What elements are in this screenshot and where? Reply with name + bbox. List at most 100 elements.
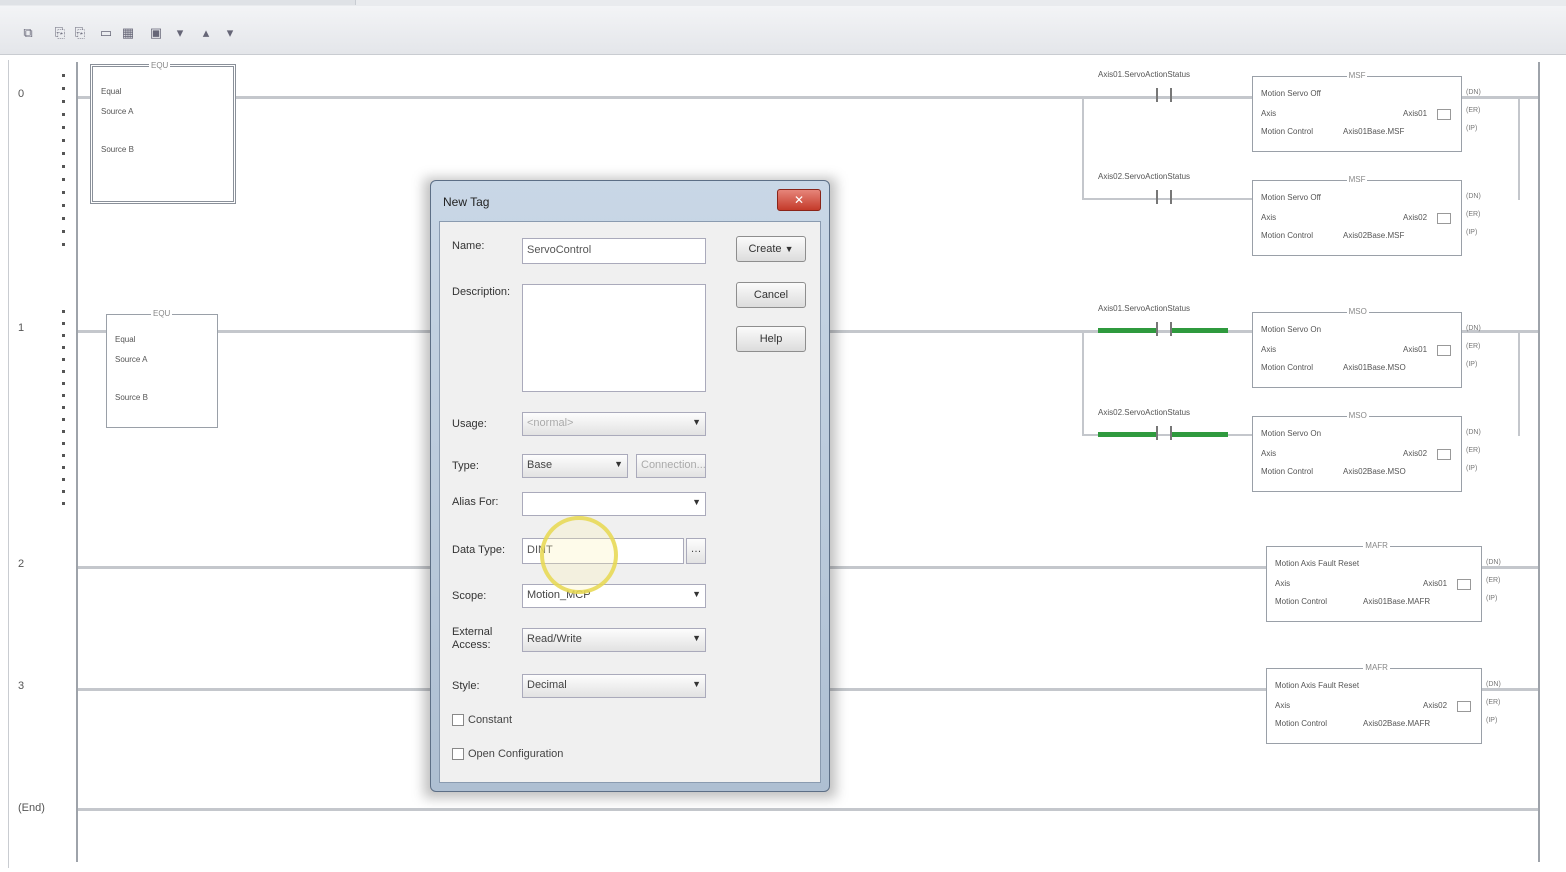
rung-marker-dot bbox=[62, 346, 65, 349]
motion-instruction-block[interactable]: MSF Motion Servo Off Axis Axis01 Motion Cont… bbox=[1252, 71, 1462, 152]
examine-contact[interactable] bbox=[1156, 426, 1172, 440]
move-up-icon[interactable]: ▴ bbox=[196, 23, 216, 43]
constant-checkbox[interactable]: Constant bbox=[452, 714, 512, 726]
rung-number: 1 bbox=[18, 322, 25, 334]
axis-label: Axis bbox=[1275, 579, 1291, 588]
contact-tag-label: Axis01.ServoActionStatus bbox=[1098, 70, 1191, 79]
motion-instruction-block[interactable]: MAFR Motion Axis Fault Reset Axis Axis01 Mot… bbox=[1266, 541, 1482, 622]
rung-4[interactable] bbox=[78, 808, 1538, 811]
cut-icon[interactable]: ⧉ bbox=[18, 23, 38, 43]
scope-select[interactable]: Motion_MCP ▼ bbox=[522, 584, 706, 608]
axis-label: Axis bbox=[1261, 449, 1277, 458]
type-select[interactable]: Base ▼ bbox=[522, 454, 628, 478]
rung-marker-dot bbox=[62, 382, 65, 385]
browse-datatype-button[interactable]: … bbox=[686, 538, 706, 564]
copy-icon[interactable]: ⎘ bbox=[50, 23, 70, 43]
motion-instruction-block[interactable]: MSO Motion Servo On Axis Axis01 Motion Contr… bbox=[1252, 307, 1462, 388]
motion-control-label: Motion Control bbox=[1261, 231, 1314, 240]
instruction-title: MSF bbox=[1346, 175, 1368, 184]
motion-control-tag: Axis01Base.MSO bbox=[1343, 363, 1406, 372]
instruction-outputs: (DN) (ER) (IP) bbox=[1486, 676, 1501, 730]
rung-marker-dot bbox=[62, 100, 65, 103]
open-configuration-checkbox[interactable]: Open Configuration bbox=[452, 748, 563, 760]
alias-select[interactable]: ▼ bbox=[522, 492, 706, 516]
move-down-icon[interactable]: ▾ bbox=[220, 23, 240, 43]
motion-control-tag: Axis02Base.MAFR bbox=[1363, 719, 1431, 728]
name-field[interactable]: ServoControl bbox=[522, 238, 706, 264]
axis-browse-icon bbox=[1437, 213, 1451, 224]
equ-instruction-block[interactable]: EQU Equal Source A Source B bbox=[90, 61, 236, 204]
instruction-outputs: (DN) (ER) (IP) bbox=[1466, 188, 1481, 242]
routine-tab[interactable] bbox=[0, 0, 356, 5]
style-select[interactable]: Decimal ▼ bbox=[522, 674, 706, 698]
rung-marker-dot bbox=[62, 178, 65, 181]
create-label: Create bbox=[748, 243, 782, 255]
checkbox-box bbox=[452, 748, 464, 760]
branch-vertical bbox=[1082, 330, 1084, 436]
scope-label: Scope: bbox=[452, 590, 487, 602]
cancel-button[interactable]: Cancel bbox=[736, 282, 806, 308]
cursor-highlight-ring bbox=[540, 516, 618, 594]
rung-number: (End) bbox=[18, 802, 45, 814]
open-configuration-label: Open Configuration bbox=[468, 748, 564, 760]
create-button[interactable]: Create ▼ bbox=[736, 236, 806, 262]
undo-icon[interactable]: ▦ bbox=[118, 23, 138, 43]
usage-label: Usage: bbox=[452, 418, 487, 430]
axis-value: Axis01 bbox=[1403, 109, 1428, 118]
examine-contact[interactable] bbox=[1156, 190, 1172, 204]
paste-icon[interactable]: ⎘ bbox=[70, 23, 90, 43]
motion-control-tag: Axis01Base.MSF bbox=[1343, 127, 1405, 136]
external-access-select[interactable]: Read/Write ▼ bbox=[522, 628, 706, 652]
rung-marker-dot bbox=[62, 165, 65, 168]
alias-label: Alias For: bbox=[452, 496, 499, 508]
connection-button[interactable]: Connection... bbox=[636, 454, 706, 478]
axis-browse-icon bbox=[1437, 449, 1451, 460]
axis-label: Axis bbox=[1275, 701, 1291, 710]
instruction-name: Motion Servo On bbox=[1261, 429, 1322, 438]
instruction-name: Motion Axis Fault Reset bbox=[1275, 559, 1360, 568]
description-field[interactable] bbox=[522, 284, 706, 392]
rung-marker-dot bbox=[62, 152, 65, 155]
motion-instruction-block[interactable]: MAFR Motion Axis Fault Reset Axis Axis02 Mot… bbox=[1266, 663, 1482, 744]
help-button[interactable]: Help bbox=[736, 326, 806, 352]
rung-marker-dot bbox=[62, 442, 65, 445]
rung-marker-dot bbox=[62, 243, 65, 246]
dropdown-icon[interactable]: ▾ bbox=[170, 23, 190, 43]
axis-value: Axis02 bbox=[1403, 449, 1428, 458]
external-access-value: Read/Write bbox=[527, 633, 582, 645]
output-flag: (DN) bbox=[1466, 89, 1481, 96]
energized-path bbox=[1098, 328, 1156, 333]
chevron-down-icon: ▼ bbox=[784, 244, 794, 254]
close-icon[interactable]: ✕ bbox=[777, 189, 821, 211]
usage-value: <normal> bbox=[527, 417, 574, 429]
instruction-title: MSO bbox=[1346, 307, 1369, 316]
motion-instruction-block[interactable]: MSO Motion Servo On Axis Axis02 Motion Contr… bbox=[1252, 411, 1462, 492]
instruction-outputs: (DN) (ER) (IP) bbox=[1486, 554, 1501, 608]
examine-contact[interactable] bbox=[1156, 88, 1172, 102]
motion-instruction-block[interactable]: MSF Motion Servo Off Axis Axis02 Motion Cont… bbox=[1252, 175, 1462, 256]
chevron-down-icon: ▼ bbox=[692, 679, 701, 689]
examine-contact[interactable] bbox=[1156, 322, 1172, 336]
rung-number: 0 bbox=[18, 88, 25, 100]
instruction-title: EQU bbox=[149, 61, 171, 70]
motion-control-label: Motion Control bbox=[1261, 467, 1314, 476]
rung-marker-dot bbox=[62, 358, 65, 361]
motion-control-label: Motion Control bbox=[1275, 719, 1328, 728]
axis-browse-icon bbox=[1437, 345, 1451, 356]
equ-instruction-block[interactable]: EQU Equal Source A Source B bbox=[106, 309, 218, 428]
axis-label: Axis bbox=[1261, 345, 1277, 354]
instruction-outputs: (DN) (ER) (IP) bbox=[1466, 320, 1481, 374]
motion-control-tag: Axis02Base.MSO bbox=[1343, 467, 1406, 476]
checkbox-box bbox=[452, 714, 464, 726]
right-power-rail bbox=[1538, 62, 1540, 862]
rung-marker-dot bbox=[62, 334, 65, 337]
left-power-rail bbox=[76, 62, 78, 862]
usage-select[interactable]: <normal> ▼ bbox=[522, 412, 706, 436]
save-icon[interactable]: ▣ bbox=[146, 23, 166, 43]
axis-browse-icon bbox=[1437, 109, 1451, 120]
chevron-down-icon: ▼ bbox=[692, 417, 701, 427]
motion-control-label: Motion Control bbox=[1275, 597, 1328, 606]
energized-path bbox=[1172, 432, 1228, 437]
delete-icon[interactable]: ▭ bbox=[96, 23, 116, 43]
instruction-title: MAFR bbox=[1363, 541, 1390, 550]
